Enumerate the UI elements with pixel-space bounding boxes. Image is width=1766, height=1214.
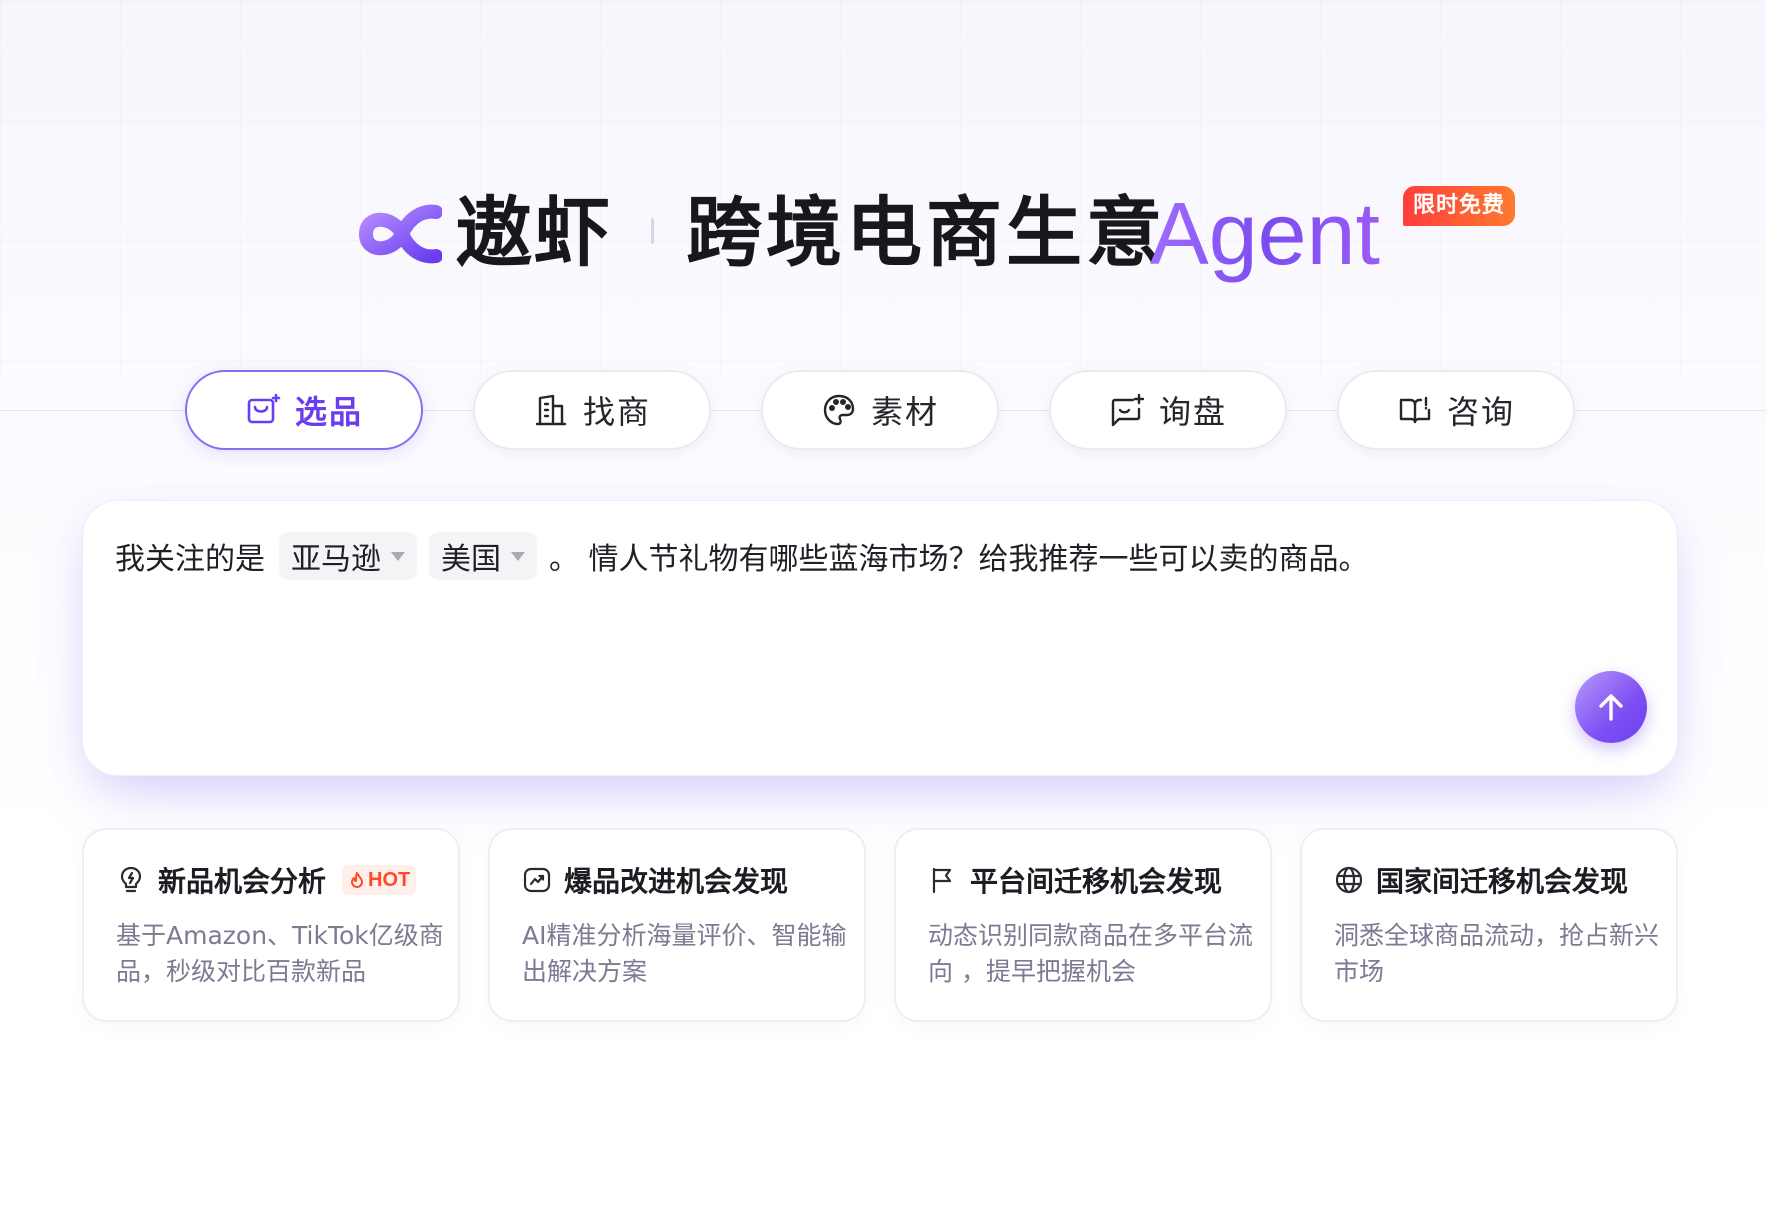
chat-plus-icon	[1111, 393, 1145, 427]
hot-label: HOT	[368, 868, 411, 891]
tab-label: 咨询	[1446, 393, 1515, 431]
card-country-migration[interactable]: 国家间迁移机会发现 洞悉全球商品流动，抢占新兴市场	[1300, 828, 1678, 1022]
card-description: 洞悉全球商品流动，抢占新兴市场	[1334, 921, 1660, 986]
card-title: 新品机会分析	[158, 865, 327, 898]
globe-icon	[1335, 866, 1363, 894]
prompt-suffix: 。 情人节礼物有哪些蓝海市场？给我推荐一些可以卖的商品。	[549, 542, 1369, 577]
tab-label: 选品	[294, 393, 363, 431]
building-icon	[535, 394, 567, 426]
arrow-up-icon	[1599, 694, 1623, 721]
country-select[interactable]: 美国	[429, 532, 537, 580]
tab-consulting[interactable]: 咨询	[1337, 370, 1575, 450]
tab-inquiry[interactable]: 询盘	[1049, 370, 1287, 450]
trend-chart-icon	[523, 867, 551, 893]
flag-icon	[932, 867, 952, 894]
card-title: 国家间迁移机会发现	[1376, 865, 1629, 898]
title-divider	[651, 218, 654, 244]
send-button[interactable]	[1575, 671, 1647, 743]
prompt-prefix: 我关注的是	[115, 542, 265, 577]
platform-select[interactable]: 亚马逊	[279, 532, 417, 580]
headline-agent: Agent	[1150, 184, 1380, 283]
brand-name: 遨虾	[456, 188, 612, 277]
card-header: 国家间迁移机会发现	[1334, 860, 1628, 900]
tab-label: 找商	[582, 393, 651, 431]
caret-down-icon	[391, 551, 405, 561]
prompt-input-card[interactable]: 我关注的是 亚马逊 美国 。 情人节礼物有哪些蓝海市场？给我推荐一些可以卖的商品…	[82, 500, 1678, 776]
headline-text: 跨境电商生意	[686, 188, 1166, 277]
tab-find-supplier[interactable]: 找商	[473, 370, 711, 450]
card-description: 动态识别同款商品在多平台流向 ，提早把握机会	[928, 921, 1254, 986]
shopping-bag-sparkle-icon	[247, 393, 281, 424]
card-title: 爆品改进机会发现	[564, 865, 789, 898]
lightbulb-icon	[120, 866, 142, 893]
tab-label: 素材	[870, 393, 939, 431]
card-hot-product-improvement[interactable]: 爆品改进机会发现 AI精准分析海量评价、智能输出解决方案	[488, 828, 866, 1022]
feature-cards: 新品机会分析 HOT 基于Amazon、TikTok亿级商品，秒级对比百款新品 …	[82, 828, 1678, 1022]
free-badge: 限时免费	[1403, 186, 1516, 226]
book-icon	[1399, 396, 1431, 424]
mode-tabs: 选品 找商 素材 询盘 咨询	[0, 370, 1766, 450]
hot-badge: HOT	[342, 865, 417, 895]
country-value: 美国	[441, 542, 501, 577]
tab-materials[interactable]: 素材	[761, 370, 999, 450]
card-header: 新品机会分析 HOT	[116, 860, 417, 900]
card-description: AI精准分析海量评价、智能输出解决方案	[522, 921, 847, 986]
platform-value: 亚马逊	[291, 542, 381, 577]
card-header: 平台间迁移机会发现	[928, 860, 1222, 900]
card-new-product-analysis[interactable]: 新品机会分析 HOT 基于Amazon、TikTok亿级商品，秒级对比百款新品	[82, 828, 460, 1022]
card-description: 基于Amazon、TikTok亿级商品，秒级对比百款新品	[116, 921, 444, 986]
caret-down-icon	[511, 551, 525, 561]
hero-header: 遨虾 跨境电商生意 Agent 限时免费	[0, 178, 1766, 288]
card-title: 平台间迁移机会发现	[970, 865, 1223, 898]
logo-icon	[358, 204, 442, 264]
prompt-text[interactable]: 我关注的是 亚马逊 美国 。 情人节礼物有哪些蓝海市场？给我推荐一些可以卖的商品…	[115, 531, 1369, 581]
palette-icon	[823, 394, 855, 426]
fire-icon	[351, 872, 364, 888]
card-header: 爆品改进机会发现	[522, 860, 788, 900]
tab-product-selection[interactable]: 选品	[185, 370, 423, 450]
card-platform-migration[interactable]: 平台间迁移机会发现 动态识别同款商品在多平台流向 ，提早把握机会	[894, 828, 1272, 1022]
tab-label: 询盘	[1158, 393, 1227, 431]
